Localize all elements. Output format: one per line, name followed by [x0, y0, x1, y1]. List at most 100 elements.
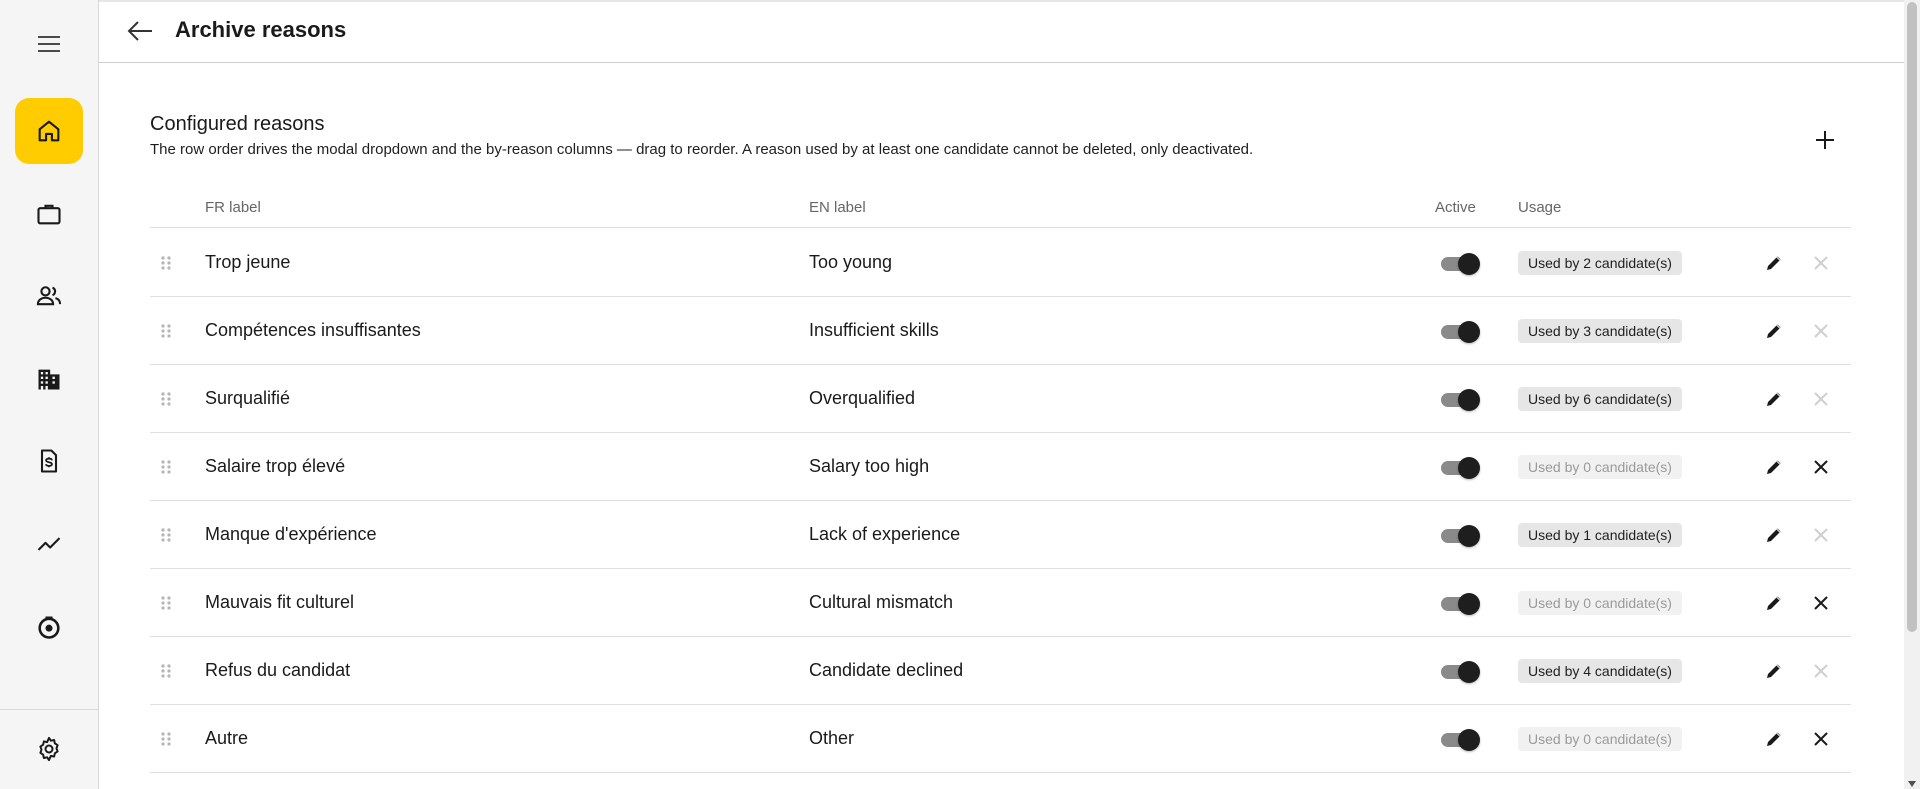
pencil-icon — [1767, 460, 1781, 474]
usage-badge: Used by 6 candidate(s) — [1518, 387, 1682, 411]
drag-handle-icon[interactable] — [160, 255, 172, 271]
sidebar-item-integrations[interactable] — [15, 594, 83, 660]
scrollbar-thumb[interactable] — [1907, 2, 1917, 632]
close-icon — [1814, 256, 1828, 270]
fr-label: Mauvais fit culturel — [205, 592, 355, 612]
active-toggle[interactable] — [1441, 729, 1480, 751]
briefcase-icon — [37, 204, 61, 225]
edit-button[interactable] — [1762, 591, 1786, 615]
scrollbar[interactable] — [1904, 0, 1920, 789]
edit-button[interactable] — [1762, 387, 1786, 411]
close-icon — [1814, 528, 1828, 542]
page-title: Archive reasons — [175, 17, 347, 42]
close-icon — [1814, 664, 1828, 678]
edit-button[interactable] — [1762, 523, 1786, 547]
table-header: FR label EN label Active Usage — [150, 190, 1851, 228]
sidebar-divider — [0, 709, 99, 710]
column-header-usage[interactable]: Usage — [1518, 199, 1561, 216]
drag-handle-icon[interactable] — [160, 459, 172, 475]
sidebar-item-candidates[interactable] — [15, 263, 83, 329]
pencil-icon — [1767, 256, 1781, 270]
fr-label: Trop jeune — [205, 252, 291, 272]
fr-label: Surqualifié — [205, 388, 291, 408]
page-header: Archive reasons — [99, 0, 1904, 63]
sidebar-item-settings[interactable] — [15, 716, 83, 782]
pencil-icon — [1767, 732, 1781, 746]
delete-button[interactable] — [1809, 523, 1833, 547]
close-icon — [1814, 460, 1828, 474]
drag-handle-icon[interactable] — [160, 527, 172, 543]
chart-line-icon — [37, 537, 61, 551]
pencil-icon — [1767, 528, 1781, 542]
column-header-fr[interactable]: FR label — [205, 199, 261, 216]
drag-handle-icon[interactable] — [160, 663, 172, 679]
back-button[interactable] — [125, 17, 155, 45]
section-title: Configured reasons — [150, 113, 325, 135]
active-toggle[interactable] — [1441, 593, 1480, 615]
drag-handle-icon[interactable] — [160, 323, 172, 339]
usage-badge: Used by 2 candidate(s) — [1518, 251, 1682, 275]
en-label: Candidate declined — [809, 660, 964, 680]
pencil-icon — [1767, 664, 1781, 678]
active-toggle[interactable] — [1441, 389, 1480, 411]
section-description: The row order drives the modal dropdown … — [150, 141, 1254, 158]
arrow-left-icon — [127, 21, 152, 41]
en-label: Overqualified — [809, 388, 916, 408]
close-icon — [1814, 392, 1828, 406]
drag-handle-icon[interactable] — [160, 731, 172, 747]
en-label: Cultural mismatch — [809, 592, 954, 612]
sidebar-item-home[interactable] — [15, 98, 83, 164]
delete-button[interactable] — [1809, 387, 1833, 411]
sidebar-item-analytics[interactable] — [15, 511, 83, 577]
table-row: Trop jeune Too young Used by 2 candidate… — [150, 229, 1851, 297]
plus-icon — [1816, 131, 1834, 149]
active-toggle[interactable] — [1441, 321, 1480, 343]
building-icon — [38, 369, 60, 390]
en-label: Salary too high — [809, 456, 930, 476]
fr-label: Manque d'expérience — [205, 524, 377, 544]
home-icon — [38, 120, 60, 142]
delete-button[interactable] — [1809, 727, 1833, 751]
fr-label: Compétences insuffisantes — [205, 320, 421, 340]
edit-button[interactable] — [1762, 659, 1786, 683]
table-row: Compétences insuffisantes Insufficient s… — [150, 297, 1851, 365]
edit-button[interactable] — [1762, 727, 1786, 751]
sidebar-item-invoices[interactable] — [15, 428, 83, 494]
edit-button[interactable] — [1762, 319, 1786, 343]
settings-icon — [39, 736, 59, 762]
usage-badge: Used by 0 candidate(s) — [1518, 455, 1682, 479]
fr-label: Refus du candidat — [205, 660, 351, 680]
en-label: Other — [809, 728, 855, 748]
drag-handle-icon[interactable] — [160, 391, 172, 407]
close-icon — [1814, 596, 1828, 610]
edit-button[interactable] — [1762, 251, 1786, 275]
delete-button[interactable] — [1809, 591, 1833, 615]
delete-button[interactable] — [1809, 455, 1833, 479]
active-toggle[interactable] — [1441, 525, 1480, 547]
en-label: Too young — [809, 252, 893, 272]
delete-button[interactable] — [1809, 319, 1833, 343]
active-toggle[interactable] — [1441, 457, 1480, 479]
usage-badge: Used by 4 candidate(s) — [1518, 659, 1682, 683]
usage-badge: Used by 3 candidate(s) — [1518, 319, 1682, 343]
add-reason-button[interactable] — [1810, 125, 1840, 155]
delete-button[interactable] — [1809, 251, 1833, 275]
column-header-active[interactable]: Active — [1435, 199, 1476, 216]
invoice-icon — [40, 449, 58, 473]
scroll-down-arrow-icon[interactable] — [1908, 781, 1916, 787]
close-icon — [1814, 324, 1828, 338]
active-toggle[interactable] — [1441, 253, 1480, 275]
table-row: Salaire trop élevé Salary too high Used … — [150, 433, 1851, 501]
sidebar-item-companies[interactable] — [15, 346, 83, 412]
edit-button[interactable] — [1762, 455, 1786, 479]
menu-button[interactable] — [30, 30, 68, 58]
delete-button[interactable] — [1809, 659, 1833, 683]
fr-label: Salaire trop élevé — [205, 456, 346, 476]
close-icon — [1814, 732, 1828, 746]
sidebar-item-jobs[interactable] — [15, 181, 83, 247]
column-header-en[interactable]: EN label — [809, 199, 866, 216]
table-row: Surqualifié Overqualified Used by 6 cand… — [150, 365, 1851, 433]
active-toggle[interactable] — [1441, 661, 1480, 683]
drag-handle-icon[interactable] — [160, 595, 172, 611]
people-icon — [36, 286, 62, 306]
